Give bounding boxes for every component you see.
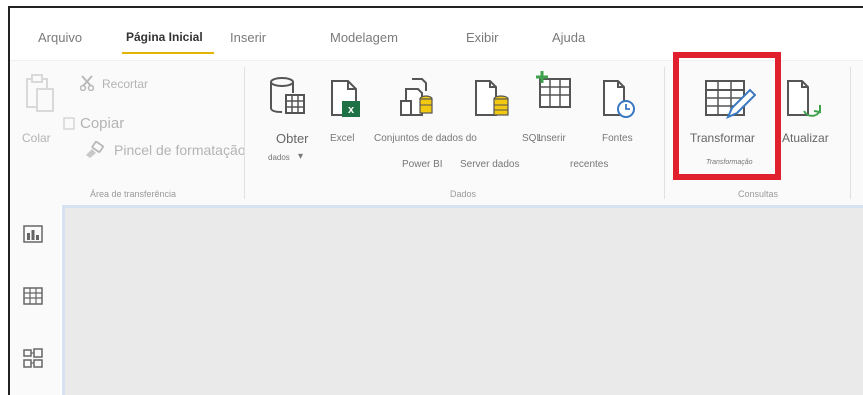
data-group-label: Dados <box>450 189 477 199</box>
get-data-sub-label: dados <box>268 153 290 162</box>
paste-icon <box>26 74 54 112</box>
transform-highlight-box <box>673 52 781 180</box>
report-canvas[interactable] <box>62 205 863 395</box>
enter-data-button[interactable]: Inserir <box>538 133 566 144</box>
group-separator <box>664 67 665 199</box>
tab-view[interactable]: Exibir <box>466 30 499 45</box>
data-view-icon[interactable] <box>22 285 44 307</box>
recent-sources-button[interactable]: Fontes <box>602 133 633 144</box>
clipboard-group-label: Área de transferência <box>90 189 177 199</box>
excel-icon: x <box>331 80 360 117</box>
get-data-icon <box>270 77 305 114</box>
group-separator <box>850 67 851 199</box>
svg-text:x: x <box>348 104 355 116</box>
enter-data-icon <box>536 71 571 108</box>
format-painter-button[interactable]: Pincel de formatação <box>114 142 246 158</box>
refresh-button[interactable]: Atualizar <box>782 131 829 145</box>
get-data-button[interactable]: Obter <box>276 131 309 146</box>
recent-sources-sub-label: recentes <box>570 159 609 170</box>
datasets-button[interactable]: Conjuntos de dados do <box>374 133 477 144</box>
group-separator <box>244 67 245 199</box>
chevron-down-icon[interactable]: ▾ <box>298 151 303 162</box>
view-sidebar <box>10 205 60 395</box>
sql-server-icon <box>475 80 509 116</box>
copy-button[interactable]: Copiar <box>80 115 124 132</box>
datasets-sub-label: Power BI <box>402 159 443 170</box>
tab-insert[interactable]: Inserir <box>230 30 266 45</box>
recent-sources-icon <box>603 80 635 118</box>
format-painter-icon <box>86 141 104 158</box>
active-tab-indicator <box>122 52 214 54</box>
model-view-icon[interactable] <box>22 347 44 369</box>
cut-icon <box>80 75 94 91</box>
datasets-icon <box>400 78 433 116</box>
cut-button[interactable]: Recortar <box>102 77 148 91</box>
queries-group-label: Consultas <box>738 189 779 199</box>
paste-button[interactable]: Colar <box>22 131 51 145</box>
refresh-icon <box>787 80 821 117</box>
enter-data-sub-label: Server dados <box>460 159 520 170</box>
excel-button[interactable]: Excel <box>330 133 354 144</box>
tab-home[interactable]: Página Inicial <box>126 30 203 44</box>
tab-modeling[interactable]: Modelagem <box>330 30 398 45</box>
report-view-icon[interactable] <box>22 223 44 245</box>
tab-help[interactable]: Ajuda <box>552 30 585 45</box>
app-window: Arquivo Página Inicial Inserir Modelagem… <box>8 6 863 395</box>
tab-file[interactable]: Arquivo <box>38 30 82 45</box>
copy-icon <box>63 117 75 130</box>
